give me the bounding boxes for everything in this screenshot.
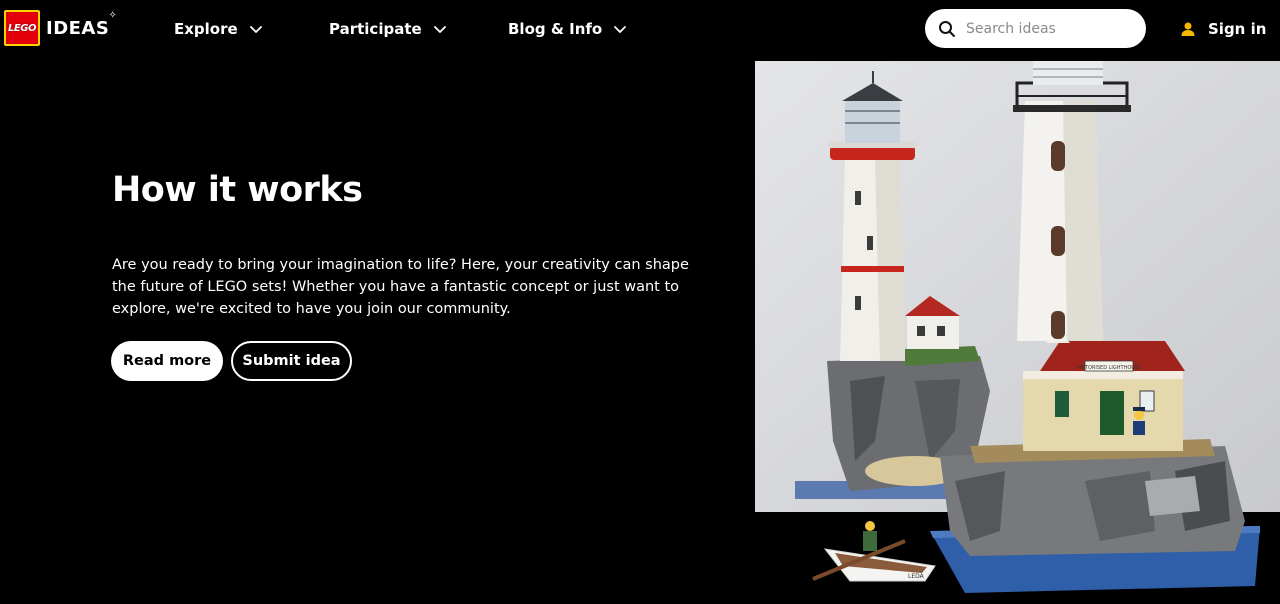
page-title: How it works: [112, 170, 363, 210]
lego-ideas-logo[interactable]: LEGO IDEAS ✧: [4, 9, 118, 46]
ideas-wordmark: IDEAS ✧: [46, 9, 118, 39]
lighthouse-sign-text: MOTORISED LIGHTHOUSE: [1077, 365, 1142, 371]
search-box[interactable]: [925, 9, 1146, 48]
nav-participate[interactable]: Participate: [329, 18, 448, 40]
chevron-down-icon: [249, 26, 262, 33]
boat-name-text: LEDA: [908, 573, 925, 580]
lightbulb-spark-icon: ✧: [108, 9, 118, 21]
sign-in-label: Sign in: [1208, 20, 1267, 38]
submit-idea-button[interactable]: Submit idea: [231, 341, 352, 381]
site-header: LEGO IDEAS ✧ Explore Participate Blog & …: [0, 0, 1280, 58]
user-icon: [1181, 22, 1195, 36]
chevron-down-icon: [614, 26, 627, 33]
search-input[interactable]: [966, 20, 1136, 37]
nav-explore-label: Explore: [174, 20, 238, 38]
lego-logo-badge: LEGO: [4, 10, 40, 46]
sign-in-link[interactable]: Sign in: [1180, 18, 1266, 40]
nav-blog-info-label: Blog & Info: [508, 20, 603, 38]
nav-explore[interactable]: Explore: [174, 18, 264, 40]
read-more-button[interactable]: Read more: [111, 341, 223, 381]
lighthouse-set-image: MOTORISED LIGHTHOUSE LEDA: [755, 61, 1280, 593]
chevron-down-icon: [433, 26, 446, 33]
nav-participate-label: Participate: [329, 20, 422, 38]
search-icon: [939, 20, 955, 37]
hero-description: Are you ready to bring your imagination …: [112, 257, 689, 317]
nav-blog-info[interactable]: Blog & Info: [508, 18, 628, 40]
